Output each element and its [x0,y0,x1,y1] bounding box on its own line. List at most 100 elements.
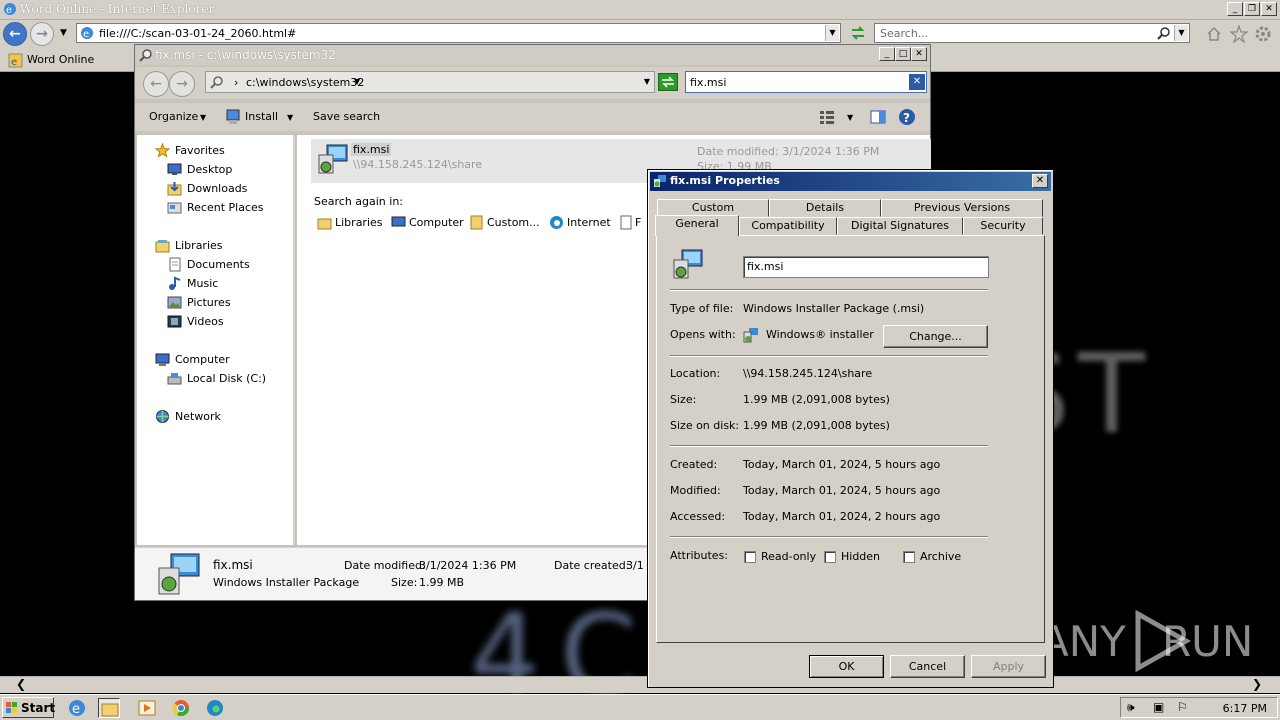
explorer-search-value: fix.msi [690,76,727,89]
details-modified-label: Date modified: [344,559,426,572]
search-input[interactable]: Search... ▼ [874,23,1190,43]
filename-value: fix.msi [747,260,784,273]
search-again-label: F [635,216,642,229]
tab-compatibility[interactable]: Compatibility [739,217,837,235]
explorer-path-bar[interactable]: › c:\windows\system32 ▼ ▼ [205,71,655,93]
scroll-left-icon[interactable]: ❮ [16,677,26,691]
taskbar-edge-icon[interactable] [204,698,226,718]
tab-general[interactable]: General [655,215,739,236]
properties-title-bar: fix.msi Properties ✕ [650,172,1051,191]
search-icon[interactable] [1157,26,1171,40]
cancel-button[interactable]: Cancel [890,655,965,678]
taskbar-explorer-icon[interactable] [98,698,120,718]
horizontal-scrollbar[interactable]: ❮ ❯ [0,676,1280,693]
save-search-button[interactable]: Save search [313,110,380,123]
forward-button[interactable]: → [30,22,54,46]
search-path-icon [210,75,224,89]
path-history-dropdown[interactable]: ▼ [644,77,650,86]
close-button[interactable]: ✕ [1261,2,1277,16]
action-center-flag-icon[interactable]: ⚐ [1177,700,1188,714]
tab-digital-signatures[interactable]: Digital Signatures [837,217,963,235]
tab-label: Word Online [27,53,95,66]
gear-icon[interactable] [1254,25,1272,43]
organize-button[interactable]: Organize [149,110,198,123]
separator [670,355,988,357]
chevron-right-icon[interactable]: › [234,76,238,89]
accessed-label: Accessed: [670,510,726,523]
readonly-checkbox[interactable] [744,551,756,563]
taskbar-media-player-icon[interactable] [136,698,158,718]
properties-close-button[interactable]: ✕ [1032,174,1048,188]
search-again-label: Internet [567,216,611,229]
path-dropdown-icon[interactable]: ▼ [354,77,360,86]
ie-logo-icon: e [3,2,17,16]
documents-icon [169,257,181,272]
sidebar-label: Recent Places [187,201,264,214]
sidebar-label: Network [175,410,221,423]
size-on-disk-value: 1.99 MB (2,091,008 bytes) [743,419,890,432]
search-placeholder: Search... [880,27,929,40]
back-button[interactable]: ← [3,22,27,46]
msi-title-icon [653,174,667,188]
clock: 6:17 PM [1222,702,1267,715]
archive-checkbox[interactable] [903,551,915,563]
explorer-close-button[interactable]: ✕ [911,47,927,61]
details-created-label: Date created: [554,559,630,572]
edge-icon [550,216,563,229]
svg-text:?: ? [903,111,910,125]
address-bar[interactable]: e file:///C:/scan-03-01-24_2060.html# ▼ [76,23,841,43]
install-dropdown-icon[interactable]: ▼ [287,113,293,122]
volume-icon[interactable]: 🕪 [1127,700,1135,715]
desktop-icon [167,163,182,175]
filename-input[interactable]: fix.msi [743,256,989,278]
minimize-button[interactable]: _ [1227,2,1243,16]
properties-dialog: fix.msi Properties ✕ Custom Details Prev… [647,169,1054,688]
organize-dropdown-icon[interactable]: ▼ [200,113,206,122]
ok-button[interactable]: OK [809,655,884,678]
taskbar-chrome-icon[interactable] [170,698,192,718]
network-icon [156,410,169,423]
explorer-maximize-button[interactable]: □ [895,47,911,61]
tab-word-online[interactable]: e Word Online [4,50,134,70]
explorer-minimize-button[interactable]: _ [879,47,895,61]
type-label: Type of file: [670,302,734,315]
network-tray-icon[interactable]: ▣ [1153,700,1164,714]
explorer-forward-button[interactable]: → [169,71,195,97]
preview-pane-icon[interactable] [870,109,886,125]
scroll-right-icon[interactable]: ❯ [1252,677,1262,691]
hidden-checkbox[interactable] [824,551,836,563]
type-value: Windows Installer Package (.msi) [743,302,925,315]
start-button[interactable]: Start [2,697,55,718]
svg-text:e: e [6,5,12,16]
attributes-label: Attributes: [670,549,729,562]
change-button[interactable]: Change... [883,325,988,348]
search-again-label: Search again in: [314,195,404,208]
refresh-icon[interactable] [848,24,868,42]
explorer-back-button[interactable]: ← [143,71,169,97]
taskbar-ie-icon[interactable]: e [66,698,88,718]
help-icon[interactable]: ? [898,108,916,126]
recent-pages-dropdown[interactable]: ▼ [60,28,67,38]
home-icon[interactable] [1206,26,1222,42]
tab-previous-versions[interactable]: Previous Versions [881,199,1043,217]
address-dropdown[interactable]: ▼ [825,25,839,41]
favorites-star-icon[interactable] [1230,25,1248,43]
music-icon [169,276,181,290]
install-button[interactable]: Install [245,110,278,123]
apply-button[interactable]: Apply [971,655,1046,678]
view-options-icon[interactable] [819,109,835,125]
view-dropdown-icon[interactable]: ▼ [847,113,853,122]
clear-search-icon[interactable]: ✕ [909,74,925,90]
refresh-icon[interactable] [658,73,678,91]
details-size: 1.99 MB [419,576,465,589]
svg-text:e: e [11,57,17,68]
created-label: Created: [670,458,718,471]
size-value: 1.99 MB (2,091,008 bytes) [743,393,890,406]
search-dropdown[interactable]: ▼ [1174,25,1188,41]
tab-details[interactable]: Details [769,199,881,217]
msi-file-icon [670,248,704,282]
hidden-label: Hidden [841,550,881,563]
explorer-search-input[interactable]: fix.msi ✕ [685,71,927,93]
restore-button[interactable]: ❐ [1244,2,1260,16]
tab-security[interactable]: Security [963,217,1043,235]
